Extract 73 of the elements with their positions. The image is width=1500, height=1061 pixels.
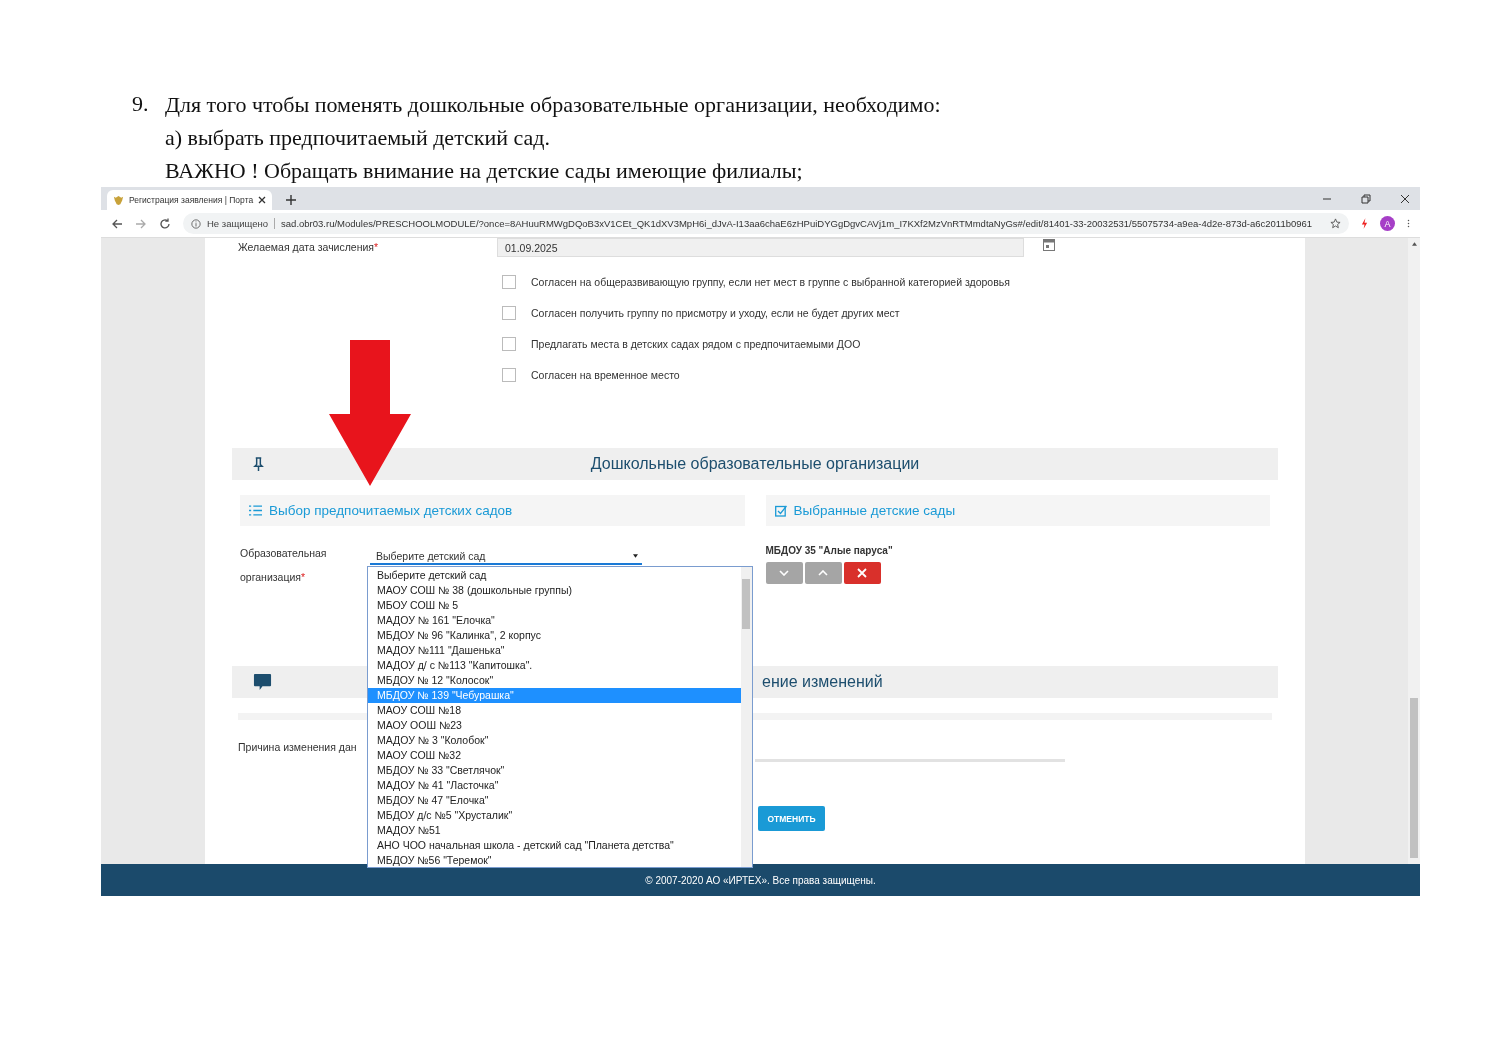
copyright-text: © 2007-2020 АО «ИРТЕХ». Все права защищены. bbox=[645, 874, 876, 886]
panel-title: Выбранные детские сады bbox=[793, 503, 956, 518]
checkbox-label: Согласен на временное место bbox=[531, 368, 680, 381]
dropdown-option[interactable]: МАОУ ООШ №23 bbox=[368, 718, 741, 733]
field-label: Причина изменения дан bbox=[238, 741, 357, 753]
calendar-icon[interactable] bbox=[1043, 239, 1055, 251]
field-label: Желаемая дата зачисления* bbox=[237, 241, 380, 253]
dropdown-option[interactable]: МАДОУ № 161 "Елочка" bbox=[368, 613, 741, 628]
checkbox[interactable] bbox=[502, 305, 516, 320]
instruction-text: Для того чтобы поменять дошкольные образовательные организации, необходимо: bbox=[165, 91, 941, 119]
close-icon bbox=[857, 568, 867, 578]
dropdown-option[interactable]: МБДОУ № 47 "Елочка" bbox=[368, 793, 741, 808]
dropdown-option[interactable]: МБДОУ №56 "Теремок" bbox=[368, 853, 741, 868]
scroll-up-icon[interactable] bbox=[1411, 242, 1417, 246]
checkbox[interactable] bbox=[502, 336, 516, 351]
date-field[interactable]: 01.09.2025 bbox=[497, 238, 1024, 257]
pin-icon bbox=[253, 456, 264, 472]
checkbox-label: Предлагать места в детских садах рядом с предпочитаемыми ДОО bbox=[531, 337, 861, 350]
dropdown-option[interactable]: МАДОУ № 41 "Ласточка" bbox=[368, 778, 741, 793]
scroll-thumb[interactable] bbox=[1410, 698, 1418, 858]
dropdown-option[interactable]: Выберите детский сад bbox=[368, 568, 741, 583]
chevron-up-icon bbox=[818, 570, 828, 576]
browser-tab[interactable]: Регистрация заявления | Порта bbox=[107, 190, 273, 210]
dropdown-option[interactable]: МАОУ СОШ №32 bbox=[368, 748, 741, 763]
panel-title: Выбор предпочитаемых детских садов bbox=[269, 503, 513, 518]
checkbox-label: Согласен получить группу по присмотру и уходу, если не будет других мест bbox=[531, 306, 900, 319]
new-tab-icon[interactable] bbox=[286, 195, 297, 205]
dropdown-option[interactable]: МБДОУ № 96 "Калинка", 2 корпус bbox=[368, 628, 741, 643]
dropdown-option[interactable]: МАОУ СОШ №18 bbox=[368, 703, 741, 718]
checkbox-icon bbox=[774, 504, 787, 517]
restore-icon[interactable] bbox=[1361, 194, 1371, 204]
close-icon[interactable] bbox=[1400, 194, 1410, 204]
scrollbar[interactable] bbox=[741, 567, 752, 867]
field-label: Образовательная bbox=[240, 547, 328, 559]
chat-icon bbox=[253, 672, 272, 692]
list-icon bbox=[249, 505, 262, 516]
dropdown-option[interactable]: МАДОУ №111 "Дашенька" bbox=[368, 643, 741, 658]
checkbox-label: Согласен на общеразвивающую группу, если нет мест в группе с выбранной категорией здоровья bbox=[531, 275, 1010, 288]
scroll-thumb[interactable] bbox=[742, 579, 750, 629]
dropdown-option[interactable]: МБДОУ № 33 "Светлячок" bbox=[368, 763, 741, 778]
lightning-icon[interactable] bbox=[1361, 218, 1368, 229]
remove-button[interactable] bbox=[843, 562, 881, 584]
checkbox[interactable] bbox=[502, 367, 516, 382]
forward-icon[interactable] bbox=[135, 217, 147, 230]
dropdown-option[interactable]: МБДОУ № 12 "Колосок" bbox=[368, 673, 741, 688]
dropdown-option[interactable]: МБОУ СОШ № 5 bbox=[368, 598, 741, 613]
caret-icon bbox=[633, 553, 638, 558]
address-bar[interactable]: Не защищено sad.obr03.ru/Modules/PRESCHOOLMODULE/?once=8AHuuRMWgDQoB3xV1CEt_QK1dXV3MpH6i_dJvA-I13aa6chaE6zHPuiDYGgDgvCAVj1m_I7KXf2MzVnRTMmdtaNyGs#/edit/81401-33-20032531/55075734-a9ea-4d2e-873d-a6c2011b0961 bbox=[183, 213, 1349, 234]
instruction-text: а) выбрать предпочитаемый детский сад. bbox=[165, 124, 551, 152]
field-label: организация* bbox=[240, 571, 307, 583]
section-title: Дошкольные образовательные организации bbox=[590, 455, 920, 473]
instruction-text: ВАЖНО ! Обращать внимание на детские сады имеющие филиалы; bbox=[165, 157, 804, 185]
profile-avatar[interactable]: A bbox=[1380, 216, 1395, 231]
chevron-down-icon bbox=[779, 570, 789, 576]
back-icon[interactable] bbox=[111, 217, 123, 230]
dropdown-option[interactable]: АНО ЧОО начальная школа - детский сад "Планета детства" bbox=[368, 838, 741, 853]
dropdown-option[interactable]: МАДОУ д/ с №113 "Капитошка". bbox=[368, 658, 741, 673]
dropdown-option[interactable]: МБДОУ д/с №5 "Хрусталик" bbox=[368, 808, 741, 823]
step-number: 9. bbox=[132, 90, 150, 118]
dropdown-option[interactable]: МАДОУ № 3 "Колобок" bbox=[368, 733, 741, 748]
selected-school: МБДОУ 35 "Алые паруса" bbox=[765, 545, 893, 556]
info-icon bbox=[191, 218, 201, 229]
scrollbar[interactable] bbox=[1408, 238, 1420, 864]
move-down-button[interactable] bbox=[765, 562, 803, 584]
dropdown-option[interactable]: МАДОУ №51 bbox=[368, 823, 741, 838]
dropdown-option[interactable]: МАОУ СОШ № 38 (дошкольные группы) bbox=[368, 583, 741, 598]
move-up-button[interactable] bbox=[804, 562, 842, 584]
star-icon[interactable] bbox=[1330, 218, 1341, 229]
section-title: ение изменений bbox=[762, 673, 883, 691]
checkbox[interactable] bbox=[502, 274, 516, 289]
close-icon[interactable] bbox=[258, 196, 267, 204]
reload-icon[interactable] bbox=[159, 217, 171, 230]
emblem-icon bbox=[113, 194, 124, 206]
